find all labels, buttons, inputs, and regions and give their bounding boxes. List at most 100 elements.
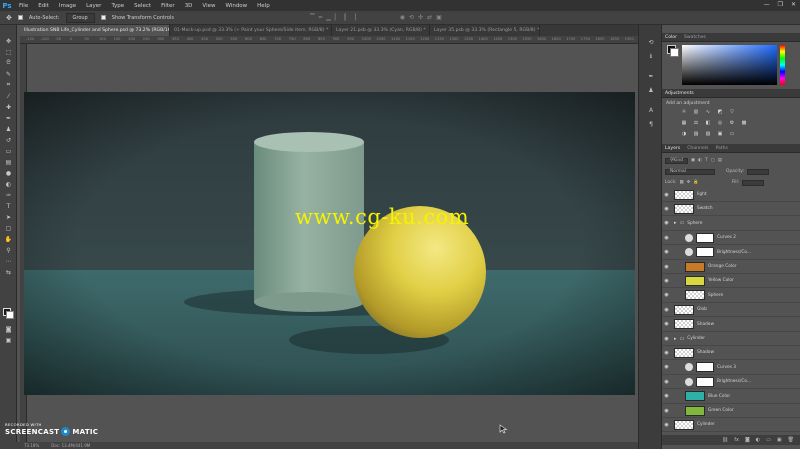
canvas-artwork[interactable]: [24, 92, 635, 395]
marquee-tool-icon[interactable]: ⬚: [3, 48, 14, 56]
hue-slider[interactable]: [780, 45, 785, 85]
layer-row[interactable]: ◉ ▸ ▭ Sphere: [662, 217, 800, 231]
add-mask-icon[interactable]: ◙: [745, 437, 750, 443]
more-tools-icon[interactable]: ⋯: [3, 257, 14, 265]
lock-pixels-icon[interactable]: ▩: [680, 180, 684, 185]
visibility-eye-icon[interactable]: ◉: [662, 321, 671, 327]
visibility-eye-icon[interactable]: ◉: [662, 350, 671, 356]
3d-scale-icon[interactable]: ▣: [436, 14, 442, 21]
shape-tool-icon[interactable]: ▢: [3, 224, 14, 232]
hand-tool-icon[interactable]: ✋: [3, 235, 14, 243]
visibility-eye-icon[interactable]: ◉: [662, 422, 671, 428]
type-tool-icon[interactable]: T: [3, 202, 14, 210]
visibility-eye-icon[interactable]: ◉: [662, 235, 671, 241]
curves-adjust-icon[interactable]: ∿: [704, 109, 712, 115]
group-arrow-icon[interactable]: ▸: [674, 336, 677, 342]
layer-row[interactable]: ◉ Blue Color: [662, 390, 800, 404]
menu-3d[interactable]: 3D: [180, 3, 198, 9]
layer-thumbnail[interactable]: [674, 419, 694, 430]
blend-mode-dropdown[interactable]: Normal: [665, 168, 715, 175]
filter-pixel-icon[interactable]: ▣: [691, 158, 695, 163]
new-group-icon[interactable]: ▭: [766, 437, 771, 443]
clone-source-icon[interactable]: ♟: [646, 87, 656, 95]
layer-thumbnail[interactable]: [674, 319, 694, 330]
fill-color-thumbnail[interactable]: [685, 275, 705, 286]
3d-pan-icon[interactable]: ✣: [418, 14, 423, 21]
tab-channels[interactable]: Channels: [687, 146, 708, 151]
layer-row[interactable]: ◉ Sphere: [662, 289, 800, 303]
visibility-eye-icon[interactable]: ◉: [662, 249, 671, 255]
history-panel-icon[interactable]: ⟲: [646, 39, 656, 47]
color-picker-field[interactable]: [682, 45, 777, 85]
document-size[interactable]: Doc: 13.4M/441.9M: [51, 443, 90, 448]
3d-orbit-icon[interactable]: ⟲: [409, 14, 414, 21]
eyedropper-tool-icon[interactable]: ⁄: [3, 92, 14, 100]
zoom-level[interactable]: 73.18%: [24, 443, 39, 448]
fill-color-thumbnail[interactable]: [685, 405, 705, 416]
visibility-eye-icon[interactable]: ◉: [662, 264, 671, 270]
group-arrow-icon[interactable]: ▸: [674, 220, 677, 226]
align-right-icon[interactable]: ▕: [351, 14, 356, 21]
layer-mask-thumbnail[interactable]: [696, 232, 714, 243]
layer-thumbnail[interactable]: [685, 290, 705, 301]
stamp-tool-icon[interactable]: ♟: [3, 125, 14, 133]
visibility-eye-icon[interactable]: ◉: [662, 336, 671, 342]
layer-row[interactable]: ◉ Shadow: [662, 346, 800, 361]
swap-colors-icon[interactable]: ⇆: [3, 268, 14, 276]
layer-row[interactable]: ◉ light: [662, 188, 800, 202]
menu-view[interactable]: View: [197, 3, 220, 9]
filter-type-icon[interactable]: T: [705, 158, 708, 163]
visibility-eye-icon[interactable]: ◉: [662, 206, 671, 212]
lock-position-icon[interactable]: ✥: [687, 180, 691, 185]
pen-tool-icon[interactable]: ✑: [3, 191, 14, 199]
visibility-eye-icon[interactable]: ◉: [662, 292, 671, 298]
filter-shape-icon[interactable]: ▢: [711, 158, 715, 163]
layer-row[interactable]: ◉ Orange Color: [662, 260, 800, 274]
minimize-button[interactable]: —: [764, 1, 770, 8]
hue-saturation-icon[interactable]: ▦: [680, 120, 688, 126]
layer-row[interactable]: ◉ Glob: [662, 303, 800, 318]
visibility-eye-icon[interactable]: ◉: [662, 192, 671, 198]
visibility-eye-icon[interactable]: ◉: [662, 393, 671, 399]
align-middle-icon[interactable]: ═: [319, 14, 323, 21]
visibility-eye-icon[interactable]: ◉: [662, 408, 671, 414]
visibility-eye-icon[interactable]: ◉: [662, 364, 671, 370]
close-button[interactable]: ✕: [791, 1, 796, 8]
threshold-icon[interactable]: ▧: [704, 131, 712, 137]
color-lookup-icon[interactable]: ▩: [740, 120, 748, 126]
healing-tool-icon[interactable]: ✚: [3, 103, 14, 111]
menu-layer[interactable]: Layer: [81, 3, 106, 9]
levels-adjust-icon[interactable]: ▥: [692, 109, 700, 115]
link-layers-icon[interactable]: ⛓: [722, 437, 728, 443]
menu-filter[interactable]: Filter: [156, 3, 180, 9]
path-select-tool-icon[interactable]: ➤: [3, 213, 14, 221]
filter-smart-icon[interactable]: ▤: [718, 158, 722, 163]
black-white-icon[interactable]: ◧: [704, 120, 712, 126]
menu-image[interactable]: Image: [54, 3, 81, 9]
align-top-icon[interactable]: ▔: [310, 14, 315, 21]
auto-select-dropdown[interactable]: Group: [65, 12, 95, 23]
brush-tool-icon[interactable]: ✒: [3, 114, 14, 122]
layer-mask-thumbnail[interactable]: [696, 247, 714, 258]
auto-select-checkbox[interactable]: [17, 15, 23, 20]
gradient-tool-icon[interactable]: ▤: [3, 158, 14, 166]
layer-style-icon[interactable]: fx: [734, 437, 739, 443]
delete-layer-icon[interactable]: 🗑: [788, 437, 794, 443]
tab-layer-21[interactable]: Layer 21.psb @ 33.3% (Cyan, RGB/8) *: [332, 25, 430, 36]
new-adjustment-icon[interactable]: ◐: [756, 437, 760, 443]
tab-layers[interactable]: Layers: [665, 146, 680, 151]
info-panel-icon[interactable]: ℹ: [646, 53, 656, 61]
layer-row[interactable]: ◉ Curves 2: [662, 231, 800, 246]
fill-color-thumbnail[interactable]: [685, 391, 705, 402]
new-layer-icon[interactable]: ▣: [777, 437, 782, 443]
crop-tool-icon[interactable]: ⌗: [3, 81, 14, 89]
brush-panel-icon[interactable]: ✒: [646, 73, 656, 81]
exposure-adjust-icon[interactable]: ◩: [716, 109, 724, 115]
blur-tool-icon[interactable]: ●: [3, 169, 14, 177]
kind-filter[interactable]: ⚲ Kind: [665, 157, 688, 164]
channel-mixer-icon[interactable]: ⚙: [728, 120, 736, 126]
align-bottom-icon[interactable]: ▁: [326, 14, 331, 21]
color-balance-icon[interactable]: ⚖: [692, 120, 700, 126]
invert-icon[interactable]: ◑: [680, 131, 688, 137]
layer-row[interactable]: ◉ ▸ ▭ Cylinder: [662, 332, 800, 346]
